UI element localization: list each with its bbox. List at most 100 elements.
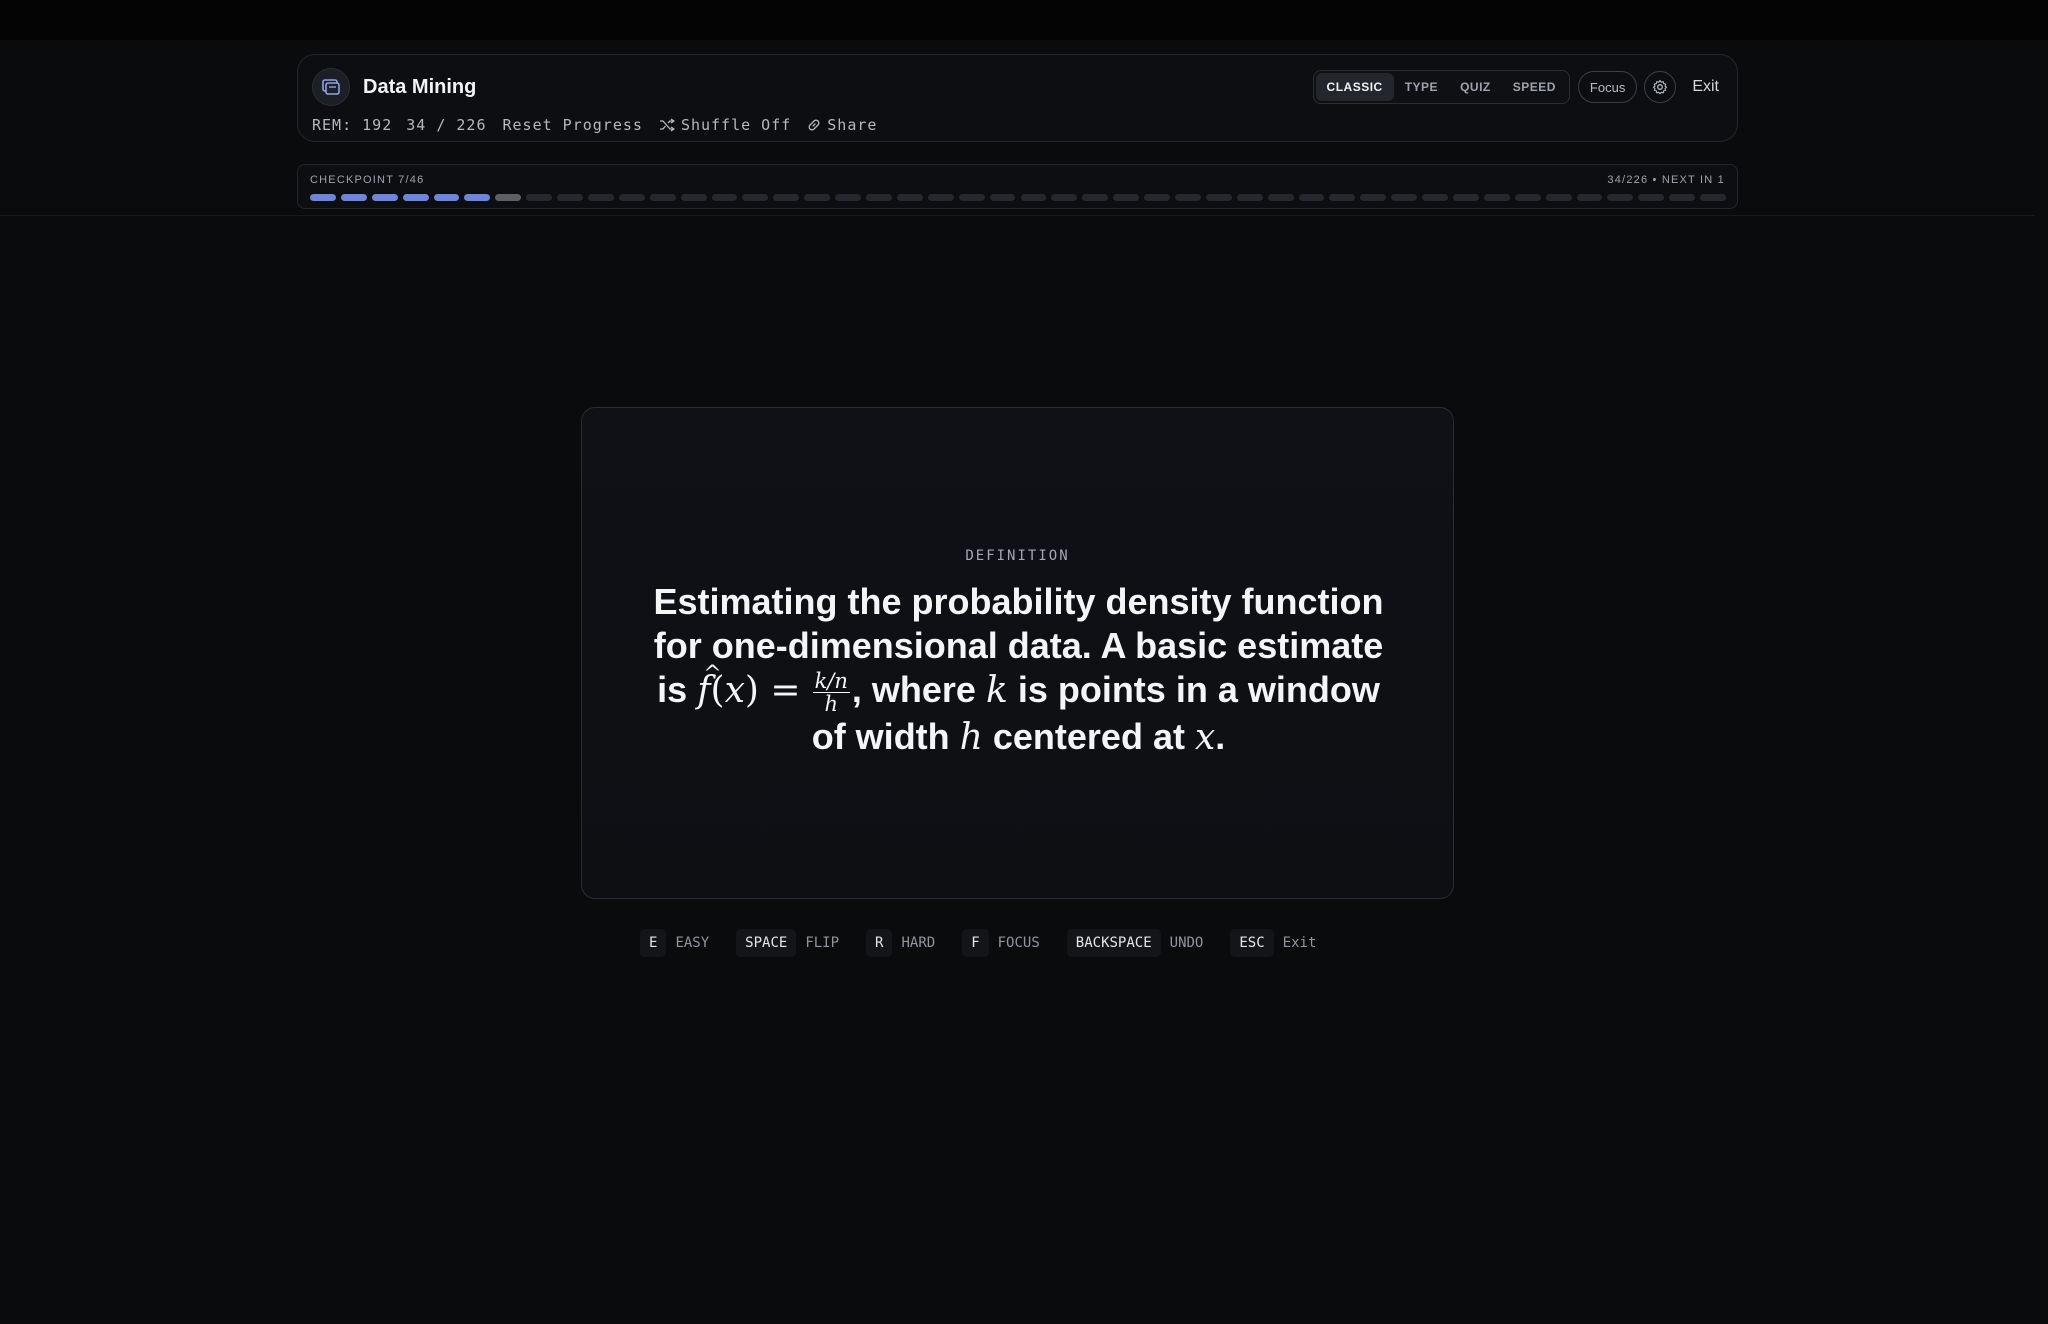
shortcut-easy[interactable]: E EASY	[640, 929, 709, 957]
shortcut-key: E	[640, 929, 667, 957]
checkpoint-segment	[1051, 194, 1078, 201]
checkpoint-segment	[958, 194, 985, 201]
card-text-end: centered at	[992, 715, 1185, 757]
settings-button[interactable]	[1644, 71, 1677, 103]
shortcut-action: Exit	[1282, 935, 1317, 951]
fraction-denominator: h	[824, 691, 838, 716]
checkpoint-segment	[1576, 194, 1603, 201]
header-divider	[0, 215, 2035, 216]
checkpoint-track	[310, 194, 1726, 201]
mode-speed-button[interactable]: SPEED	[1502, 73, 1567, 101]
checkpoint-segment	[1082, 194, 1109, 201]
var-x: x	[1194, 716, 1216, 758]
checkpoint-segment	[1638, 194, 1665, 201]
checkpoint-segment	[1700, 194, 1726, 201]
window-top-strip	[0, 0, 2048, 40]
checkpoint-segment	[1483, 194, 1510, 201]
checkpoint-segment	[1360, 194, 1387, 201]
shortcut-exit[interactable]: ESC Exit	[1230, 929, 1316, 957]
progress-count: 34 / 226	[406, 116, 487, 134]
shortcut-hard[interactable]: R HARD	[866, 929, 935, 957]
shuffle-toggle[interactable]: Shuffle Off	[659, 116, 791, 134]
deck-title: Data Mining	[363, 75, 477, 98]
shortcut-action: FOCUS	[997, 935, 1040, 951]
var-k: k	[985, 670, 1008, 711]
shortcut-flip[interactable]: SPACE FLIP	[736, 929, 839, 957]
mode-switcher: CLASSIC TYPE QUIZ SPEED	[1312, 70, 1570, 104]
checkpoint-segment	[927, 194, 954, 201]
share-label: Share	[827, 116, 878, 134]
checkpoint-next-label: 34/226 • NEXT IN 1	[1607, 174, 1725, 186]
checkpoint-segment	[526, 194, 553, 201]
gear-icon	[1653, 79, 1668, 95]
card-text-where: , where	[851, 669, 976, 710]
shortcut-undo[interactable]: BACKSPACE UNDO	[1066, 929, 1204, 957]
checkpoint-segment	[1514, 194, 1541, 201]
shortcut-focus[interactable]: F FOCUS	[962, 929, 1040, 957]
formula-lhs: f(x) =	[697, 653, 800, 711]
remaining-count: REM: 192	[312, 116, 393, 134]
card-content: Estimating the probability density funct…	[642, 580, 1395, 760]
checkpoint-segment	[1607, 194, 1634, 201]
checkpoint-segment	[896, 194, 923, 201]
checkpoint-segment	[1020, 194, 1047, 201]
shuffle-label: Shuffle Off	[680, 116, 792, 134]
shortcut-action: UNDO	[1169, 935, 1204, 951]
reset-progress-button[interactable]: Reset Progress	[503, 116, 643, 134]
checkpoint-segment	[1452, 194, 1479, 201]
checkpoint-segment	[649, 194, 676, 201]
checkpoint-segment	[680, 194, 707, 201]
checkpoint-segment	[557, 194, 584, 201]
deck-header: Data Mining CLASSIC TYPE QUIZ SPEED Focu…	[297, 54, 1738, 142]
mode-classic-button[interactable]: CLASSIC	[1315, 73, 1394, 101]
checkpoint-label: CHECKPOINT 7/46	[310, 174, 425, 186]
checkpoint-segment	[310, 194, 336, 201]
checkpoint-segment	[495, 194, 522, 201]
var-h: h	[959, 716, 983, 758]
exit-button[interactable]: Exit	[1692, 78, 1719, 96]
checkpoint-segment	[371, 194, 398, 201]
checkpoint-segment	[618, 194, 645, 201]
keyboard-shortcuts: E EASY SPACE FLIP R HARD F FOCUS BACKSPA…	[640, 928, 1343, 958]
checkpoint-segment	[1422, 194, 1448, 201]
checkpoint-segment	[1267, 194, 1294, 201]
focus-button[interactable]: Focus	[1577, 71, 1638, 103]
deck-icon	[312, 68, 350, 106]
shortcut-key: SPACE	[736, 929, 797, 957]
checkpoint-segment	[1669, 194, 1696, 201]
checkpoint-segment	[835, 194, 862, 201]
checkpoint-segment	[1545, 194, 1572, 201]
checkpoint-segment	[804, 194, 831, 201]
checkpoint-segment	[1113, 194, 1140, 201]
checkpoint-segment	[433, 194, 460, 201]
checkpoint-segment	[866, 194, 892, 201]
shuffle-icon	[659, 118, 675, 132]
checkpoint-segment	[464, 194, 491, 201]
flashcard[interactable]: DEFINITION Estimating the probability de…	[581, 407, 1454, 899]
card-text-period: .	[1215, 715, 1226, 757]
link-icon	[808, 119, 820, 131]
shortcut-action: FLIP	[805, 935, 840, 951]
shortcut-key: BACKSPACE	[1066, 929, 1161, 957]
checkpoint-segment	[773, 194, 800, 201]
checkpoint-segment	[1298, 194, 1325, 201]
mode-quiz-button[interactable]: QUIZ	[1449, 73, 1502, 101]
checkpoint-segment	[1391, 194, 1418, 201]
checkpoint-segment	[1144, 194, 1170, 201]
checkpoint-segment	[711, 194, 738, 201]
card-type-label: DEFINITION	[965, 548, 1070, 564]
fraction-numerator: k/n	[812, 668, 850, 693]
checkpoint-segment	[989, 194, 1016, 201]
shortcut-action: EASY	[675, 935, 710, 951]
mode-type-button[interactable]: TYPE	[1394, 73, 1449, 101]
checkpoint-segment	[1205, 194, 1232, 201]
shortcut-key: ESC	[1230, 929, 1274, 957]
share-button[interactable]: Share	[807, 116, 877, 134]
shortcut-action: HARD	[901, 935, 936, 951]
checkpoint-segment	[588, 194, 614, 201]
checkpoint-segment	[1329, 194, 1356, 201]
checkpoint-segment	[1236, 194, 1263, 201]
checkpoint-progress: CHECKPOINT 7/46 34/226 • NEXT IN 1	[297, 164, 1738, 209]
checkpoint-segment	[340, 194, 367, 201]
checkpoint-segment	[742, 194, 769, 201]
